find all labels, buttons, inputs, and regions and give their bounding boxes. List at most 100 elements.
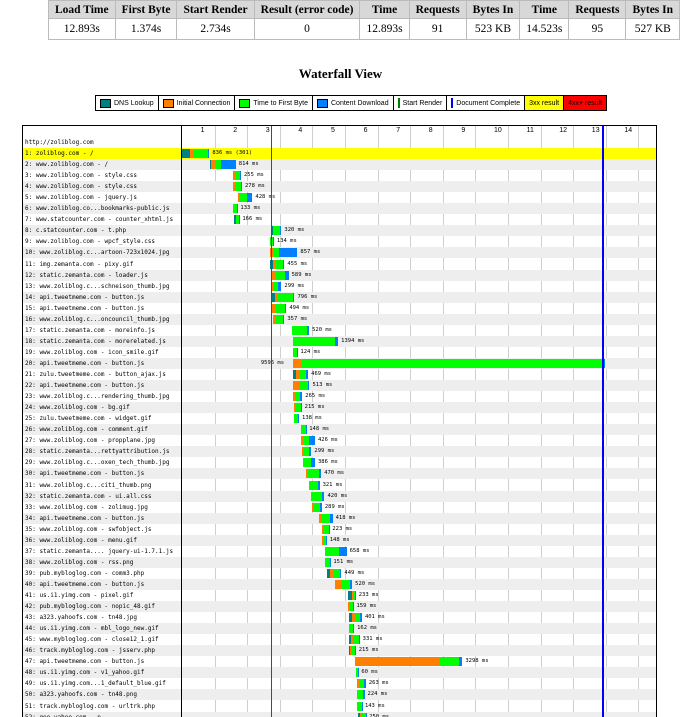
request-duration: 9596 ms bbox=[260, 359, 285, 366]
summary-header-cell: Time bbox=[359, 0, 410, 19]
axis-tick-label: 1 bbox=[200, 127, 205, 134]
axis-tick-label: 14 bbox=[624, 127, 633, 134]
dl-segment bbox=[282, 314, 285, 324]
legend-item: Start Render bbox=[394, 96, 448, 110]
summary-value-cell: 2.734s bbox=[176, 18, 255, 40]
legend-item: DNS Lookup bbox=[96, 96, 159, 110]
request-duration: 265 ms bbox=[305, 393, 326, 400]
dl-segment bbox=[360, 613, 362, 623]
request-duration: 589 ms bbox=[291, 271, 312, 278]
legend-line bbox=[451, 98, 454, 108]
summary-value-cell: 95 bbox=[568, 18, 627, 40]
dl-segment bbox=[306, 325, 310, 335]
dl-segment bbox=[208, 149, 210, 158]
dl-segment bbox=[278, 281, 282, 291]
dl-segment bbox=[318, 480, 320, 490]
axis-tick-label: 12 bbox=[559, 127, 567, 134]
dl-segment bbox=[298, 414, 300, 424]
url-column bbox=[23, 126, 182, 717]
ttfb-segment bbox=[310, 480, 319, 490]
legend-label: Document Complete bbox=[456, 99, 521, 107]
dl-segment bbox=[282, 259, 285, 269]
legend-swatch bbox=[162, 98, 174, 108]
ttfb-segment bbox=[193, 149, 209, 158]
conn-segment bbox=[292, 381, 300, 391]
waterfall-legend: DNS Lookup Initial Connection Time to Firs… bbox=[95, 95, 608, 111]
request-duration: 449 ms bbox=[344, 569, 365, 576]
legend-item: Document Complete bbox=[447, 96, 526, 110]
ttfb-segment bbox=[274, 314, 283, 324]
request-duration: 520 ms bbox=[312, 326, 332, 333]
dl-segment bbox=[221, 160, 236, 170]
dl-segment bbox=[310, 458, 315, 468]
axis-tick-label: 9 bbox=[461, 127, 466, 134]
dl-segment bbox=[363, 679, 366, 689]
ttfb-segment bbox=[307, 469, 319, 479]
dl-segment bbox=[365, 712, 367, 717]
summary-value-cell: 12.893s bbox=[48, 18, 116, 40]
request-duration: 299 ms bbox=[314, 448, 335, 455]
request-duration: 159 ms bbox=[356, 603, 377, 610]
request-duration: 796 ms bbox=[297, 293, 318, 300]
dl-segment bbox=[339, 546, 347, 556]
request-duration: 426 ms bbox=[318, 437, 338, 444]
legend-label: Initial Connection bbox=[176, 99, 231, 107]
request-duration: 278 ms bbox=[244, 183, 265, 190]
legend-label: Content Download bbox=[331, 99, 389, 107]
dl-segment bbox=[284, 303, 287, 313]
request-duration: 520 ms bbox=[355, 580, 376, 587]
dl-segment bbox=[328, 524, 330, 534]
dl-segment bbox=[340, 568, 342, 578]
dl-segment bbox=[604, 358, 606, 368]
axis-tick-label: 8 bbox=[428, 127, 433, 134]
dl-segment bbox=[246, 193, 253, 203]
dl-segment bbox=[355, 591, 357, 600]
axis-tick-label: 10 bbox=[494, 127, 502, 134]
legend-label: Time to First Byte bbox=[253, 99, 308, 107]
request-duration: 224 ms bbox=[367, 691, 388, 698]
legend-item: 4xx+ result bbox=[564, 96, 607, 110]
dl-segment bbox=[307, 381, 310, 391]
request-duration: 857 ms bbox=[300, 249, 321, 256]
legend-swatch bbox=[100, 98, 111, 108]
request-duration: 162 ms bbox=[357, 625, 377, 632]
dl-segment bbox=[318, 469, 322, 479]
request-duration: 299 ms bbox=[284, 282, 305, 289]
request-duration: 1394 ms bbox=[341, 337, 365, 344]
request-duration: 494 ms bbox=[289, 304, 310, 311]
ttfb-segment bbox=[311, 491, 322, 501]
axis-tick-label: 2 bbox=[233, 127, 238, 134]
dl-segment bbox=[459, 657, 463, 667]
axis-tick-label: 13 bbox=[591, 127, 600, 134]
dns-segment bbox=[182, 149, 191, 158]
dl-segment bbox=[279, 248, 298, 258]
dl-segment bbox=[279, 226, 282, 236]
ttfb-segment bbox=[292, 336, 336, 346]
request-duration: 470 ms bbox=[324, 470, 345, 477]
request-duration: 420 ms bbox=[327, 492, 348, 499]
dl-segment bbox=[330, 513, 333, 523]
ttfb-segment bbox=[333, 568, 341, 578]
request-duration: 357 ms bbox=[287, 315, 308, 322]
ttfb-segment bbox=[326, 546, 340, 556]
summary-value-cell: 523 KB bbox=[465, 18, 521, 40]
dl-segment bbox=[363, 690, 365, 700]
summary-header-cell: Result (error code) bbox=[253, 0, 361, 19]
request-duration: 151 ms bbox=[333, 558, 354, 565]
request-duration: 418 ms bbox=[335, 514, 356, 521]
request-duration: 255 ms bbox=[244, 172, 264, 179]
dl-segment bbox=[326, 535, 328, 545]
dl-segment bbox=[238, 215, 240, 225]
request-duration: 215 ms bbox=[358, 647, 379, 654]
dl-segment bbox=[349, 579, 353, 589]
legend-item: Time to First Byte bbox=[235, 96, 313, 110]
ttfb-segment bbox=[274, 303, 285, 313]
axis-tick-label: 6 bbox=[363, 127, 368, 134]
request-duration: 321 ms bbox=[322, 481, 343, 488]
axis-tick-label: 3 bbox=[265, 127, 270, 134]
summary-header-cell: Bytes In bbox=[625, 0, 681, 19]
dl-segment bbox=[330, 557, 331, 567]
summary-value-cell: 0 bbox=[253, 18, 361, 40]
request-duration: 233 ms bbox=[358, 592, 379, 598]
summary-header-cell: Requests bbox=[568, 0, 627, 19]
